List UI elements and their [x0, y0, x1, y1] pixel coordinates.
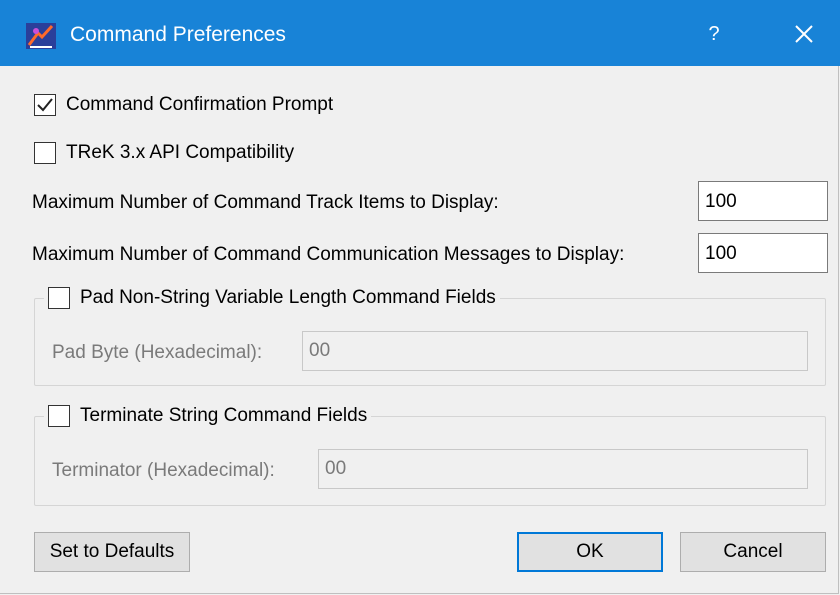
- terminate-checkbox[interactable]: [48, 405, 70, 427]
- set-defaults-button[interactable]: Set to Defaults: [34, 532, 190, 572]
- confirm-prompt-label: Command Confirmation Prompt: [66, 94, 334, 115]
- track-items-input[interactable]: 100: [698, 181, 828, 221]
- help-button[interactable]: ?: [686, 12, 742, 56]
- close-icon: [795, 25, 813, 43]
- help-icon: ?: [708, 22, 720, 45]
- trek-api-checkbox[interactable]: [34, 142, 56, 164]
- trek-api-option[interactable]: TReK 3.x API Compatibility: [34, 141, 294, 165]
- terminator-label: Terminator (Hexadecimal):: [52, 460, 275, 481]
- window-title: Command Preferences: [70, 23, 286, 46]
- pad-checkbox[interactable]: [48, 287, 70, 309]
- title-bar: Command Preferences ?: [0, 0, 840, 66]
- pad-byte-input[interactable]: 00: [302, 331, 808, 371]
- confirm-prompt-checkbox[interactable]: [34, 94, 56, 116]
- track-items-label: Maximum Number of Command Track Items to…: [32, 192, 499, 213]
- app-icon: [26, 23, 56, 49]
- close-button[interactable]: [776, 12, 832, 56]
- trek-api-label: TReK 3.x API Compatibility: [66, 142, 295, 163]
- pad-byte-label: Pad Byte (Hexadecimal):: [52, 342, 263, 363]
- terminator-input[interactable]: 00: [318, 449, 808, 489]
- terminate-group-header[interactable]: Terminate String Command Fields: [44, 404, 372, 428]
- confirm-prompt-option[interactable]: Command Confirmation Prompt: [34, 93, 333, 117]
- checkmark-icon: [37, 98, 53, 112]
- pad-group-header[interactable]: Pad Non-String Variable Length Command F…: [44, 286, 500, 310]
- terminate-group-label: Terminate String Command Fields: [80, 405, 368, 426]
- ok-button[interactable]: OK: [517, 532, 663, 572]
- comm-messages-input[interactable]: 100: [698, 233, 828, 273]
- comm-messages-label: Maximum Number of Command Communication …: [32, 244, 625, 265]
- pad-group-label: Pad Non-String Variable Length Command F…: [80, 287, 496, 308]
- cancel-button[interactable]: Cancel: [680, 532, 826, 572]
